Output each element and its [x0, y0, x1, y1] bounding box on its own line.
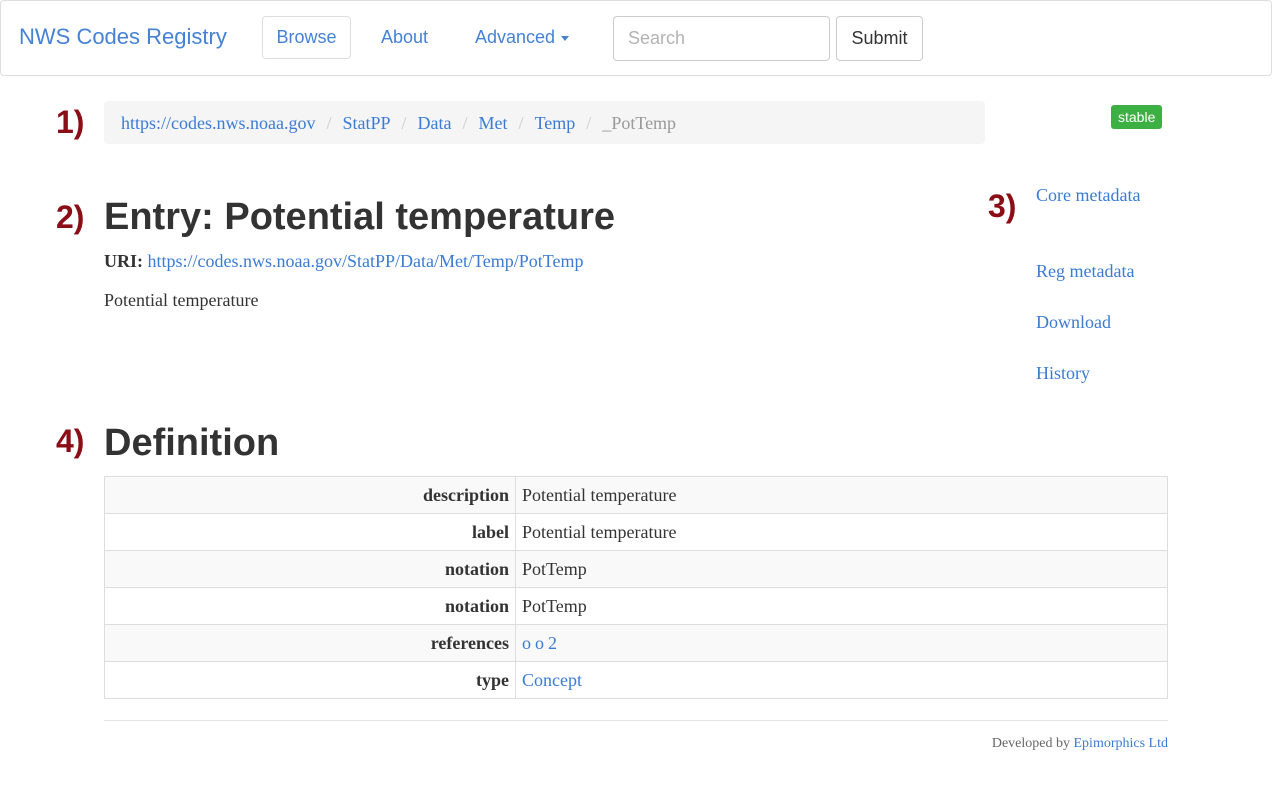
breadcrumb-separator: /	[518, 113, 524, 133]
definition-heading: Definition	[104, 422, 280, 464]
advanced-label: Advanced	[475, 27, 556, 47]
side-nav-download[interactable]: Download	[1036, 309, 1156, 335]
type-link[interactable]: Concept	[522, 670, 582, 690]
table-key: label	[104, 513, 516, 551]
brand-link[interactable]: NWS Codes Registry	[19, 24, 227, 50]
advanced-dropdown[interactable]: Advanced	[475, 27, 570, 48]
chevron-down-icon	[561, 35, 570, 41]
uri-label: URI:	[104, 251, 143, 271]
search-input[interactable]	[613, 16, 830, 61]
footer-divider	[104, 720, 1168, 721]
footer-link[interactable]: Epimorphics Ltd	[1074, 736, 1169, 751]
breadcrumb-item-root[interactable]: https://codes.nws.noaa.gov	[121, 113, 315, 133]
reference-link[interactable]: 2	[548, 633, 557, 653]
table-key: type	[104, 661, 516, 699]
status-badge: stable	[1111, 105, 1163, 129]
table-value: Concept	[515, 661, 1168, 699]
table-row: label Potential temperature	[104, 513, 1168, 551]
breadcrumb-separator: /	[326, 113, 332, 133]
table-row: type Concept	[104, 661, 1168, 699]
table-row: description Potential temperature	[104, 476, 1168, 514]
side-nav-reg-metadata[interactable]: Reg metadata	[1036, 258, 1156, 284]
table-value: PotTemp	[515, 550, 1168, 588]
breadcrumb-item-data[interactable]: Data	[418, 113, 452, 133]
table-row: notation PotTemp	[104, 550, 1168, 588]
side-nav-history[interactable]: History	[1036, 360, 1156, 386]
annotation-marker-4: 4)	[56, 423, 85, 459]
table-value: Potential temperature	[515, 476, 1168, 514]
table-key: references	[104, 624, 516, 662]
annotation-marker-2: 2)	[56, 199, 85, 235]
breadcrumb: https://codes.nws.noaa.gov / StatPP / Data / M…	[104, 101, 985, 144]
breadcrumb-item-statpp[interactable]: StatPP	[343, 113, 391, 133]
table-key: description	[104, 476, 516, 514]
browse-button[interactable]: Browse	[262, 16, 351, 59]
table-value: PotTemp	[515, 587, 1168, 625]
breadcrumb-current: _PotTemp	[602, 113, 677, 133]
annotation-marker-3: 3)	[988, 188, 1017, 224]
entry-description: Potential temperature	[104, 290, 259, 310]
reference-link[interactable]: o	[522, 633, 531, 653]
breadcrumb-item-temp[interactable]: Temp	[535, 113, 576, 133]
table-key: notation	[104, 587, 516, 625]
table-key: notation	[104, 550, 516, 588]
uri-link[interactable]: https://codes.nws.noaa.gov/StatPP/Data/M…	[148, 251, 584, 271]
reference-link[interactable]: o	[535, 633, 544, 653]
table-row: references oo2	[104, 624, 1168, 662]
definition-table: description Potential temperature label …	[104, 476, 1168, 699]
navbar: NWS Codes Registry Browse About Advanced…	[0, 0, 1272, 76]
page-title: Entry: Potential temperature	[104, 196, 615, 238]
footer: Developed by Epimorphics Ltd	[992, 736, 1168, 752]
breadcrumb-separator: /	[462, 113, 468, 133]
annotation-marker-1: 1)	[56, 104, 85, 140]
footer-prefix: Developed by	[991, 736, 1070, 751]
table-value: Potential temperature	[515, 513, 1168, 551]
about-link[interactable]: About	[381, 27, 428, 48]
table-row: notation PotTemp	[104, 587, 1168, 625]
breadcrumb-separator: /	[401, 113, 407, 133]
submit-button[interactable]: Submit	[836, 16, 923, 61]
breadcrumb-item-met[interactable]: Met	[479, 113, 508, 133]
uri-line: URI: https://codes.nws.noaa.gov/StatPP/D…	[104, 251, 583, 272]
table-value: oo2	[515, 624, 1168, 662]
side-nav-core-metadata[interactable]: Core metadata	[1036, 182, 1156, 208]
breadcrumb-separator: /	[586, 113, 592, 133]
